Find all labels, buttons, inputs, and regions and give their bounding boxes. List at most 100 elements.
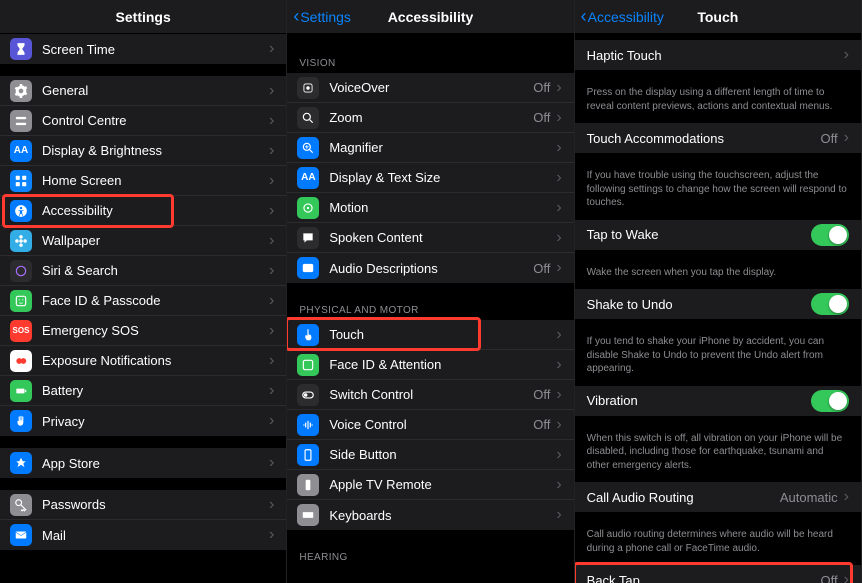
- magnifier-icon: [297, 137, 319, 159]
- panel-touch: ‹Accessibility Touch Haptic Touch › Pres…: [575, 0, 862, 583]
- back-button[interactable]: ‹Settings: [293, 6, 351, 27]
- row-face-attention[interactable]: Face ID & Attention ›: [287, 350, 573, 380]
- toggle-on[interactable]: [811, 390, 849, 412]
- label: Back Tap: [587, 573, 821, 583]
- row-emergency-sos[interactable]: SOS Emergency SOS ›: [0, 316, 286, 346]
- label: App Store: [42, 456, 269, 471]
- chevron-right-icon: ›: [556, 357, 561, 373]
- row-faceid-passcode[interactable]: Face ID & Passcode ›: [0, 286, 286, 316]
- toggle-on[interactable]: [811, 293, 849, 315]
- chevron-right-icon: ›: [556, 230, 561, 246]
- chevron-right-icon: ›: [269, 233, 274, 249]
- chevron-right-icon: ›: [269, 113, 274, 129]
- label: Touch Accommodations: [587, 131, 821, 146]
- row-touch[interactable]: Touch ›: [287, 320, 573, 350]
- label: Emergency SOS: [42, 323, 269, 338]
- row-motion[interactable]: Motion ›: [287, 193, 573, 223]
- back-label: Accessibility: [588, 9, 664, 25]
- label: Wallpaper: [42, 233, 269, 248]
- gear-icon: [10, 80, 32, 102]
- row-voiceover[interactable]: VoiceOver Off ›: [287, 73, 573, 103]
- row-spoken-content[interactable]: Spoken Content ›: [287, 223, 573, 253]
- row-display-brightness[interactable]: AA Display & Brightness ›: [0, 136, 286, 166]
- row-control-centre[interactable]: Control Centre ›: [0, 106, 286, 136]
- row-call-audio-routing[interactable]: Call Audio Routing Automatic ›: [575, 482, 861, 512]
- row-haptic-touch[interactable]: Haptic Touch ›: [575, 40, 861, 70]
- row-mail[interactable]: Mail ›: [0, 520, 286, 550]
- label: Siri & Search: [42, 263, 269, 278]
- row-general[interactable]: General ›: [0, 76, 286, 106]
- row-audio-descriptions[interactable]: Audio Descriptions Off ›: [287, 253, 573, 283]
- appstore-icon: [10, 452, 32, 474]
- motion-icon: [297, 197, 319, 219]
- touch-icon: [297, 324, 319, 346]
- row-side-button[interactable]: Side Button ›: [287, 440, 573, 470]
- switches-icon: [10, 110, 32, 132]
- row-switch-control[interactable]: Switch Control Off ›: [287, 380, 573, 410]
- row-wallpaper[interactable]: Wallpaper ›: [0, 226, 286, 256]
- back-button[interactable]: ‹Accessibility: [581, 6, 664, 27]
- chevron-right-icon: ›: [269, 413, 274, 429]
- row-touch-accommodations[interactable]: Touch Accommodations Off ›: [575, 123, 861, 153]
- chevron-right-icon: ›: [269, 293, 274, 309]
- row-battery[interactable]: Battery ›: [0, 376, 286, 406]
- row-accessibility[interactable]: Accessibility ›: [0, 196, 286, 226]
- side-button-icon: [297, 444, 319, 466]
- row-passwords[interactable]: Passwords ›: [0, 490, 286, 520]
- footer-haptic: Press on the display using a different l…: [575, 82, 861, 123]
- chevron-right-icon: ›: [556, 327, 561, 343]
- panel-accessibility: ‹Settings Accessibility VISION VoiceOver…: [287, 0, 574, 583]
- row-voice-control[interactable]: Voice Control Off ›: [287, 410, 573, 440]
- key-icon: [10, 494, 32, 516]
- chevron-right-icon: ›: [844, 47, 849, 63]
- row-exposure-notifications[interactable]: Exposure Notifications ›: [0, 346, 286, 376]
- chevron-right-icon: ›: [269, 263, 274, 279]
- footer-accomm: If you have trouble using the touchscree…: [575, 165, 861, 220]
- row-keyboards[interactable]: Keyboards ›: [287, 500, 573, 530]
- row-zoom[interactable]: Zoom Off ›: [287, 103, 573, 133]
- chevron-right-icon: ›: [269, 323, 274, 339]
- chevron-right-icon: ›: [269, 173, 274, 189]
- label: Haptic Touch: [587, 48, 844, 63]
- toggle-on[interactable]: [811, 224, 849, 246]
- label: Screen Time: [42, 42, 269, 57]
- row-shake-to-undo[interactable]: Shake to Undo: [575, 289, 861, 319]
- chevron-right-icon: ›: [269, 41, 274, 57]
- back-label: Settings: [300, 9, 351, 25]
- label: Side Button: [329, 447, 556, 462]
- row-siri-search[interactable]: Siri & Search ›: [0, 256, 286, 286]
- mail-icon: [10, 524, 32, 546]
- chevron-right-icon: ›: [269, 455, 274, 471]
- panel-settings: Settings Screen Time › General › Control…: [0, 0, 287, 583]
- label: Audio Descriptions: [329, 261, 533, 276]
- section-hearing: HEARING: [287, 542, 573, 567]
- row-screen-time[interactable]: Screen Time ›: [0, 34, 286, 64]
- label: Display & Brightness: [42, 143, 269, 158]
- label: Spoken Content: [329, 230, 556, 245]
- value: Automatic: [780, 490, 838, 505]
- chevron-right-icon: ›: [269, 143, 274, 159]
- row-apple-tv-remote[interactable]: Apple TV Remote ›: [287, 470, 573, 500]
- row-display-text-size[interactable]: AA Display & Text Size ›: [287, 163, 573, 193]
- siri-icon: [10, 260, 32, 282]
- grid-icon: [10, 170, 32, 192]
- row-home-screen[interactable]: Home Screen ›: [0, 166, 286, 196]
- row-tap-to-wake[interactable]: Tap to Wake: [575, 220, 861, 250]
- label: Keyboards: [329, 508, 556, 523]
- label: Exposure Notifications: [42, 353, 269, 368]
- row-magnifier[interactable]: Magnifier ›: [287, 133, 573, 163]
- row-privacy[interactable]: Privacy ›: [0, 406, 286, 436]
- value: Off: [821, 131, 838, 146]
- label: General: [42, 83, 269, 98]
- chevron-right-icon: ›: [556, 140, 561, 156]
- chevron-right-icon: ›: [844, 489, 849, 505]
- chevron-right-icon: ›: [556, 507, 561, 523]
- row-app-store[interactable]: App Store ›: [0, 448, 286, 478]
- row-back-tap[interactable]: Back Tap Off ›: [575, 565, 861, 583]
- chevron-right-icon: ›: [269, 83, 274, 99]
- chevron-right-icon: ›: [556, 417, 561, 433]
- row-vibration[interactable]: Vibration: [575, 386, 861, 416]
- hourglass-icon: [10, 38, 32, 60]
- chevron-right-icon: ›: [844, 130, 849, 146]
- keyboard-icon: [297, 504, 319, 526]
